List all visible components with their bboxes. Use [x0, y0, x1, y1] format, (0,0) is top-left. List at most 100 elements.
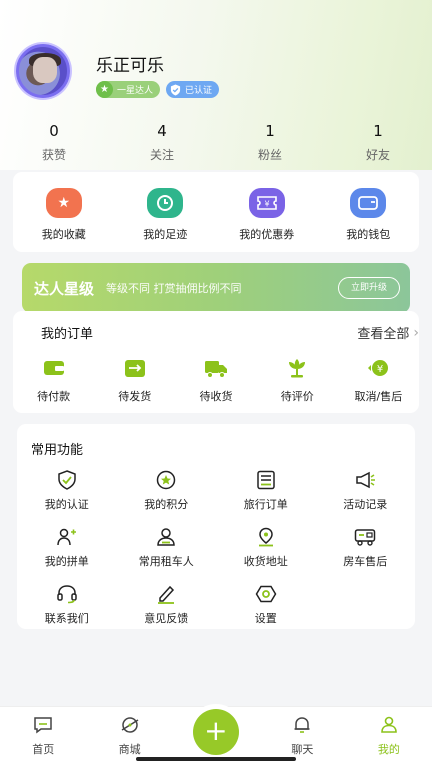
function-label: 活动记录 — [343, 498, 388, 511]
shield-check-icon — [58, 470, 76, 490]
frequent-renters-item[interactable]: 常用租车人 — [117, 527, 217, 569]
stat-value: 1 — [373, 122, 383, 140]
stat-likes[interactable]: 0 获赞 — [0, 122, 108, 166]
function-label: 旅行订单 — [243, 498, 288, 511]
order-status-label: 待评价 — [280, 390, 314, 403]
svg-text:¥: ¥ — [264, 200, 269, 209]
badge-row: ★ 一星达人 已认证 — [96, 81, 220, 98]
function-label: 收货地址 — [243, 555, 288, 568]
stat-label: 好友 — [365, 148, 390, 162]
my-verification-item[interactable]: 我的认证 — [17, 470, 117, 512]
orders-card: 我的订单 查看全部 › 待付款 待发货 待收货 待评价 ¥ 取消/售后 — [13, 311, 419, 413]
tab-label: 首页 — [32, 743, 55, 756]
chat-box-icon — [34, 717, 52, 734]
edit-icon — [158, 585, 175, 604]
stat-value: 0 — [49, 122, 59, 140]
bell-icon — [294, 717, 310, 733]
banner-title: 达人星级 — [34, 279, 95, 298]
rv-icon — [355, 529, 376, 546]
favorites-button[interactable]: ★ 我的收藏 — [13, 172, 115, 252]
profile-section: 乐正可乐 ★ 一星达人 已认证 — [16, 44, 416, 104]
order-cancel-aftersale[interactable]: ¥ 取消/售后 — [338, 357, 419, 404]
function-label: 我的认证 — [44, 498, 89, 511]
footprints-label: 我的足迹 — [143, 228, 188, 241]
quick-actions-card: ★ 我的收藏 我的足迹 ¥ 我的优惠券 我的钱包 — [13, 172, 419, 252]
person-icon — [157, 528, 176, 546]
level-badge[interactable]: ★ 一星达人 — [96, 81, 161, 98]
stat-fans[interactable]: 1 粉丝 — [216, 122, 324, 166]
verify-badge[interactable]: 已认证 — [166, 81, 220, 98]
stat-label: 获赞 — [41, 148, 66, 162]
feedback-item[interactable]: 意见反馈 — [117, 584, 217, 626]
flower-icon — [289, 359, 306, 378]
upgrade-button[interactable]: 立即升级 — [337, 277, 400, 299]
chevron-right-icon: › — [413, 324, 419, 341]
wallet-label: 我的钱包 — [346, 228, 391, 241]
settings-item[interactable]: 设置 — [216, 584, 316, 626]
favorites-label: 我的收藏 — [41, 228, 86, 241]
home-indicator — [136, 757, 296, 761]
function-label: 常用租车人 — [138, 555, 194, 568]
list-icon — [257, 470, 275, 490]
footprints-button[interactable]: 我的足迹 — [115, 172, 217, 252]
order-status-label: 待发货 — [118, 390, 152, 403]
stat-friends[interactable]: 1 好友 — [324, 122, 432, 166]
tab-label: 聊天 — [291, 743, 314, 756]
location-icon — [258, 527, 273, 547]
banner-description: 等级不同 打赏抽佣比例不同 — [106, 282, 242, 295]
function-label: 设置 — [254, 612, 277, 625]
level-badge-label: 一星达人 — [117, 86, 154, 96]
order-status-row: 待付款 待发货 待收货 待评价 ¥ 取消/售后 — [13, 357, 419, 404]
stat-label: 关注 — [149, 148, 174, 162]
order-pending-payment[interactable]: 待付款 — [13, 357, 94, 404]
username[interactable]: 乐正可乐 — [96, 51, 164, 76]
star-icon: ★ — [96, 81, 113, 98]
wallet-button[interactable]: 我的钱包 — [318, 172, 420, 252]
avatar[interactable] — [16, 44, 70, 98]
svg-text:¥: ¥ — [377, 364, 383, 375]
group-buy-item[interactable]: 我的拼单 — [17, 527, 117, 569]
function-label: 意见反馈 — [144, 612, 189, 625]
box-icon — [124, 360, 145, 377]
star-level-banner[interactable]: 达人星级 等级不同 打赏抽佣比例不同 立即升级 — [22, 263, 410, 313]
view-all-orders-link[interactable]: 查看全部 › — [357, 323, 419, 343]
orders-title: 我的订单 — [41, 327, 94, 342]
contact-us-item[interactable]: 联系我们 — [17, 584, 117, 626]
refund-icon: ¥ — [368, 360, 389, 376]
order-pending-shipment[interactable]: 待发货 — [94, 357, 175, 404]
coupons-button[interactable]: ¥ 我的优惠券 — [216, 172, 318, 252]
coupons-label: 我的优惠券 — [239, 228, 295, 241]
order-pending-review[interactable]: 待评价 — [257, 357, 338, 404]
stat-value: 4 — [157, 122, 167, 140]
functions-title: 常用功能 — [31, 443, 84, 458]
tab-home[interactable]: 首页 — [0, 707, 86, 768]
order-pending-receipt[interactable]: 待收货 — [175, 357, 256, 404]
function-label: 我的拼单 — [44, 555, 89, 568]
coupon-icon: ¥ — [248, 188, 285, 218]
rv-aftersale-item[interactable]: 房车售后 — [316, 527, 416, 569]
my-points-item[interactable]: 我的积分 — [117, 470, 217, 512]
functions-grid: 我的认证 我的积分 旅行订单 活动记录 我的拼单 常用租车人 收货地址 房车售后… — [17, 470, 415, 626]
planet-icon — [121, 717, 139, 733]
truck-icon — [205, 361, 227, 378]
stat-following[interactable]: 4 关注 — [108, 122, 216, 166]
order-status-label: 待收货 — [199, 390, 233, 403]
function-label: 房车售后 — [343, 555, 388, 568]
tab-label: 我的 — [377, 743, 400, 756]
activity-records-item[interactable]: 活动记录 — [316, 470, 416, 512]
function-label: 联系我们 — [44, 612, 89, 625]
shield-icon — [170, 84, 181, 95]
shipping-address-item[interactable]: 收货地址 — [216, 527, 316, 569]
travel-orders-item[interactable]: 旅行订单 — [216, 470, 316, 512]
stat-value: 1 — [265, 122, 275, 140]
settings-icon — [255, 585, 277, 603]
wallet-icon — [350, 188, 387, 218]
order-status-label: 待付款 — [37, 390, 71, 403]
star-icon: ★ — [45, 188, 82, 218]
order-status-label: 取消/售后 — [354, 390, 403, 403]
tab-mine[interactable]: 我的 — [346, 707, 432, 768]
add-button[interactable]: + — [192, 709, 239, 755]
group-icon — [57, 528, 76, 546]
tab-label: 商城 — [118, 743, 141, 756]
function-label: 我的积分 — [144, 498, 189, 511]
